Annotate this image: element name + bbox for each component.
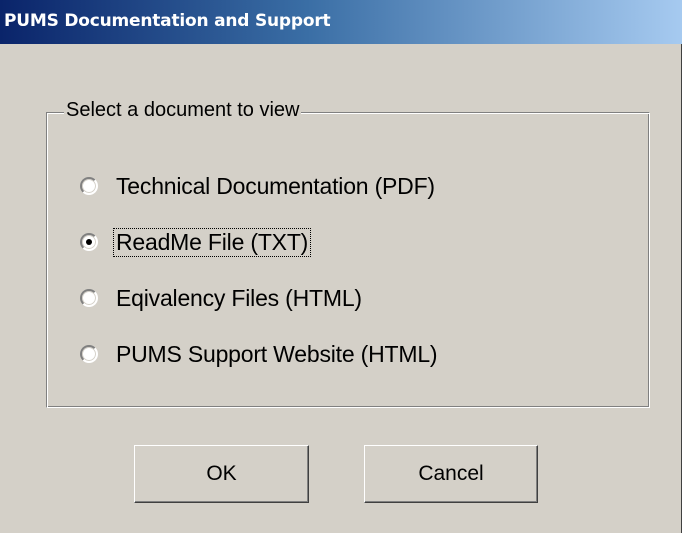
dialog-window: PUMS Documentation and Support Select a …: [0, 0, 682, 533]
cancel-button[interactable]: Cancel: [364, 445, 538, 503]
radio-button-icon[interactable]: [80, 177, 98, 195]
title-bar[interactable]: PUMS Documentation and Support: [0, 0, 682, 44]
radio-button-selected-icon[interactable]: [80, 233, 98, 251]
group-box-legend: Select a document to view: [64, 99, 302, 122]
option-pums-support-website[interactable]: PUMS Support Website (HTML): [80, 339, 439, 369]
option-technical-documentation[interactable]: Technical Documentation (PDF): [80, 171, 437, 201]
option-label: Technical Documentation (PDF): [116, 172, 435, 199]
option-label: PUMS Support Website (HTML): [116, 340, 438, 367]
option-readme-file[interactable]: ReadMe File (TXT): [80, 227, 312, 257]
option-equivalency-files[interactable]: Eqivalency Files (HTML): [80, 283, 364, 313]
ok-button[interactable]: OK: [134, 445, 309, 503]
option-label: Eqivalency Files (HTML): [116, 284, 362, 311]
radio-button-icon[interactable]: [80, 289, 98, 307]
window-title: PUMS Documentation and Support: [4, 11, 331, 31]
radio-dot-icon: [86, 239, 92, 245]
radio-button-icon[interactable]: [80, 345, 98, 363]
option-label: ReadMe File (TXT): [112, 227, 312, 257]
